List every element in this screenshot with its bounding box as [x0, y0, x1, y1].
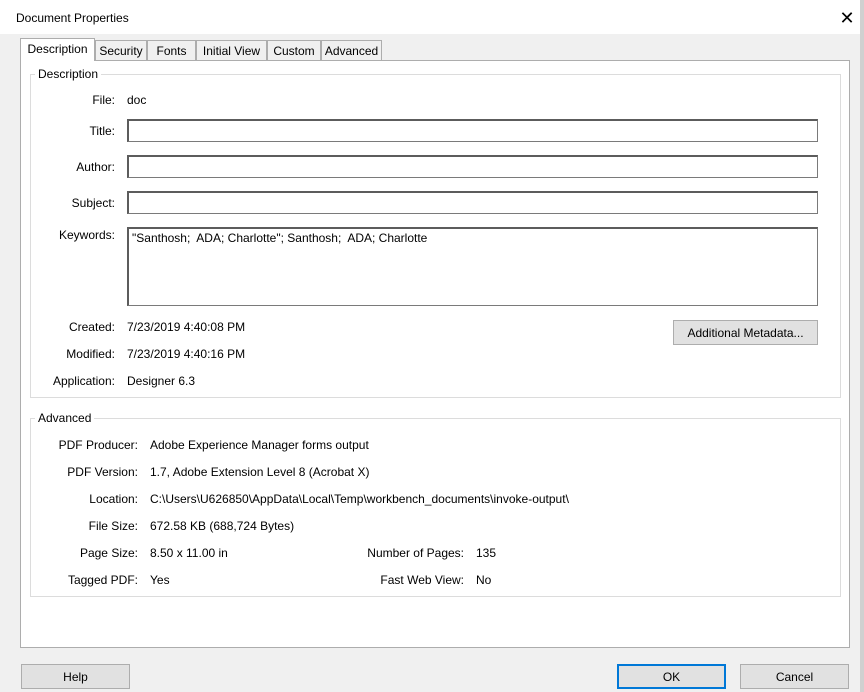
modified-value: 7/23/2019 4:40:16 PM: [127, 347, 246, 361]
help-button[interactable]: Help: [21, 664, 130, 689]
pdf-version-label: PDF Version:: [67, 465, 138, 479]
title-bar: Document Properties ✕: [0, 0, 864, 34]
author-label: Author:: [76, 160, 115, 174]
additional-metadata-button[interactable]: Additional Metadata...: [673, 320, 818, 345]
ok-button[interactable]: OK: [617, 664, 726, 689]
location-label: Location:: [89, 492, 138, 506]
number-of-pages-label: Number of Pages:: [367, 546, 464, 560]
page-size-value: 8.50 x 11.00 in: [150, 546, 228, 560]
subject-label: Subject:: [71, 196, 115, 210]
location-value: C:\Users\U626850\AppData\Local\Temp\work…: [150, 492, 569, 506]
file-size-value: 672.58 KB (688,724 Bytes): [150, 519, 295, 533]
page-size-label: Page Size:: [79, 546, 138, 560]
tab-custom[interactable]: Custom: [267, 40, 321, 60]
keywords-field[interactable]: "Santhosh; ADA; Charlotte"; Santhosh; AD…: [127, 227, 818, 306]
file-size-label: File Size:: [88, 519, 138, 533]
close-icon[interactable]: ✕: [836, 7, 858, 29]
tagged-pdf-label: Tagged PDF:: [67, 573, 138, 587]
description-group-label: Description: [35, 67, 102, 81]
tagged-pdf-value: Yes: [150, 573, 170, 587]
pdf-version-value: 1.7, Adobe Extension Level 8 (Acrobat X): [150, 465, 370, 479]
tab-advanced[interactable]: Advanced: [321, 40, 382, 60]
keywords-label: Keywords:: [58, 228, 115, 242]
file-value: doc: [127, 93, 147, 107]
subject-field[interactable]: [127, 191, 818, 214]
application-label: Application:: [52, 374, 115, 388]
application-value: Designer 6.3: [127, 374, 196, 388]
window-title: Document Properties: [16, 11, 129, 25]
created-label: Created:: [68, 320, 115, 334]
pdf-producer-value: Adobe Experience Manager forms output: [150, 438, 369, 452]
number-of-pages-value: 135: [476, 546, 497, 560]
tab-fonts[interactable]: Fonts: [147, 40, 196, 60]
pdf-producer-label: PDF Producer:: [58, 438, 138, 452]
window-edge: [860, 0, 864, 692]
tab-initial-view[interactable]: Initial View: [196, 40, 267, 60]
created-value: 7/23/2019 4:40:08 PM: [127, 320, 246, 334]
author-field[interactable]: [127, 155, 818, 178]
modified-label: Modified:: [66, 347, 115, 361]
fast-web-view-label: Fast Web View:: [380, 573, 464, 587]
tab-description[interactable]: Description: [20, 38, 95, 61]
file-label: File:: [92, 93, 115, 107]
advanced-group-label: Advanced: [35, 411, 95, 425]
fast-web-view-value: No: [476, 573, 492, 587]
tab-security[interactable]: Security: [95, 40, 147, 60]
cancel-button[interactable]: Cancel: [740, 664, 849, 689]
title-field[interactable]: [127, 119, 818, 142]
title-label: Title:: [89, 124, 115, 138]
